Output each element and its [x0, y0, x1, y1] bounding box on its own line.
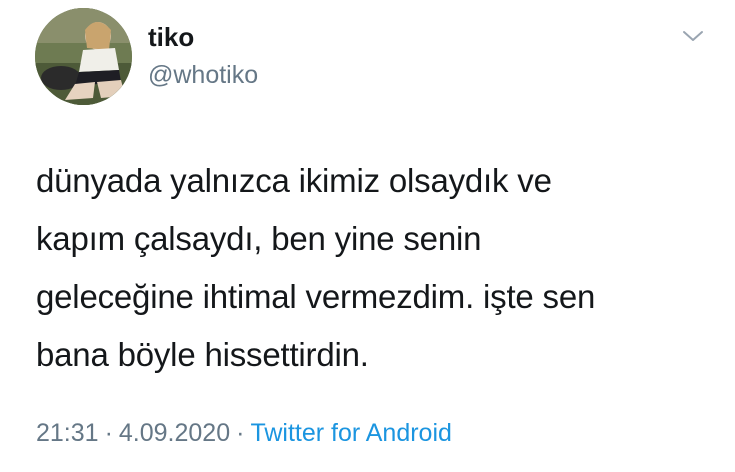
tweet-source-link[interactable]: Twitter for Android: [250, 419, 451, 447]
tweet-card: tiko @whotiko dünyada yalnızca ikimiz ol…: [0, 0, 735, 472]
user-display-name[interactable]: tiko: [148, 22, 194, 52]
tweet-text-line: bana böyle hissettirdin.: [36, 336, 369, 373]
tweet-date[interactable]: 4.09.2020: [119, 419, 230, 447]
tweet-text: dünyada yalnızca ikimiz olsaydık ve kapım…: [36, 152, 726, 384]
tweet-time[interactable]: 21:31: [36, 419, 99, 447]
tweet-text-line: geleceğine ihtimal vermezdim. işte sen: [36, 278, 596, 315]
chevron-down-icon[interactable]: [681, 26, 705, 46]
tweet-text-line: dünyada yalnızca ikimiz olsaydık ve: [36, 162, 552, 199]
separator: ·: [236, 419, 245, 447]
tweet-text-line: kapım çalsaydı, ben yine senin: [36, 220, 482, 257]
user-handle[interactable]: @whotiko: [148, 60, 258, 90]
separator: ·: [104, 419, 113, 447]
avatar-photo: [35, 8, 132, 105]
avatar[interactable]: [35, 8, 132, 105]
tweet-metadata: 21:31 · 4.09.2020 · Twitter for Android: [36, 418, 452, 448]
